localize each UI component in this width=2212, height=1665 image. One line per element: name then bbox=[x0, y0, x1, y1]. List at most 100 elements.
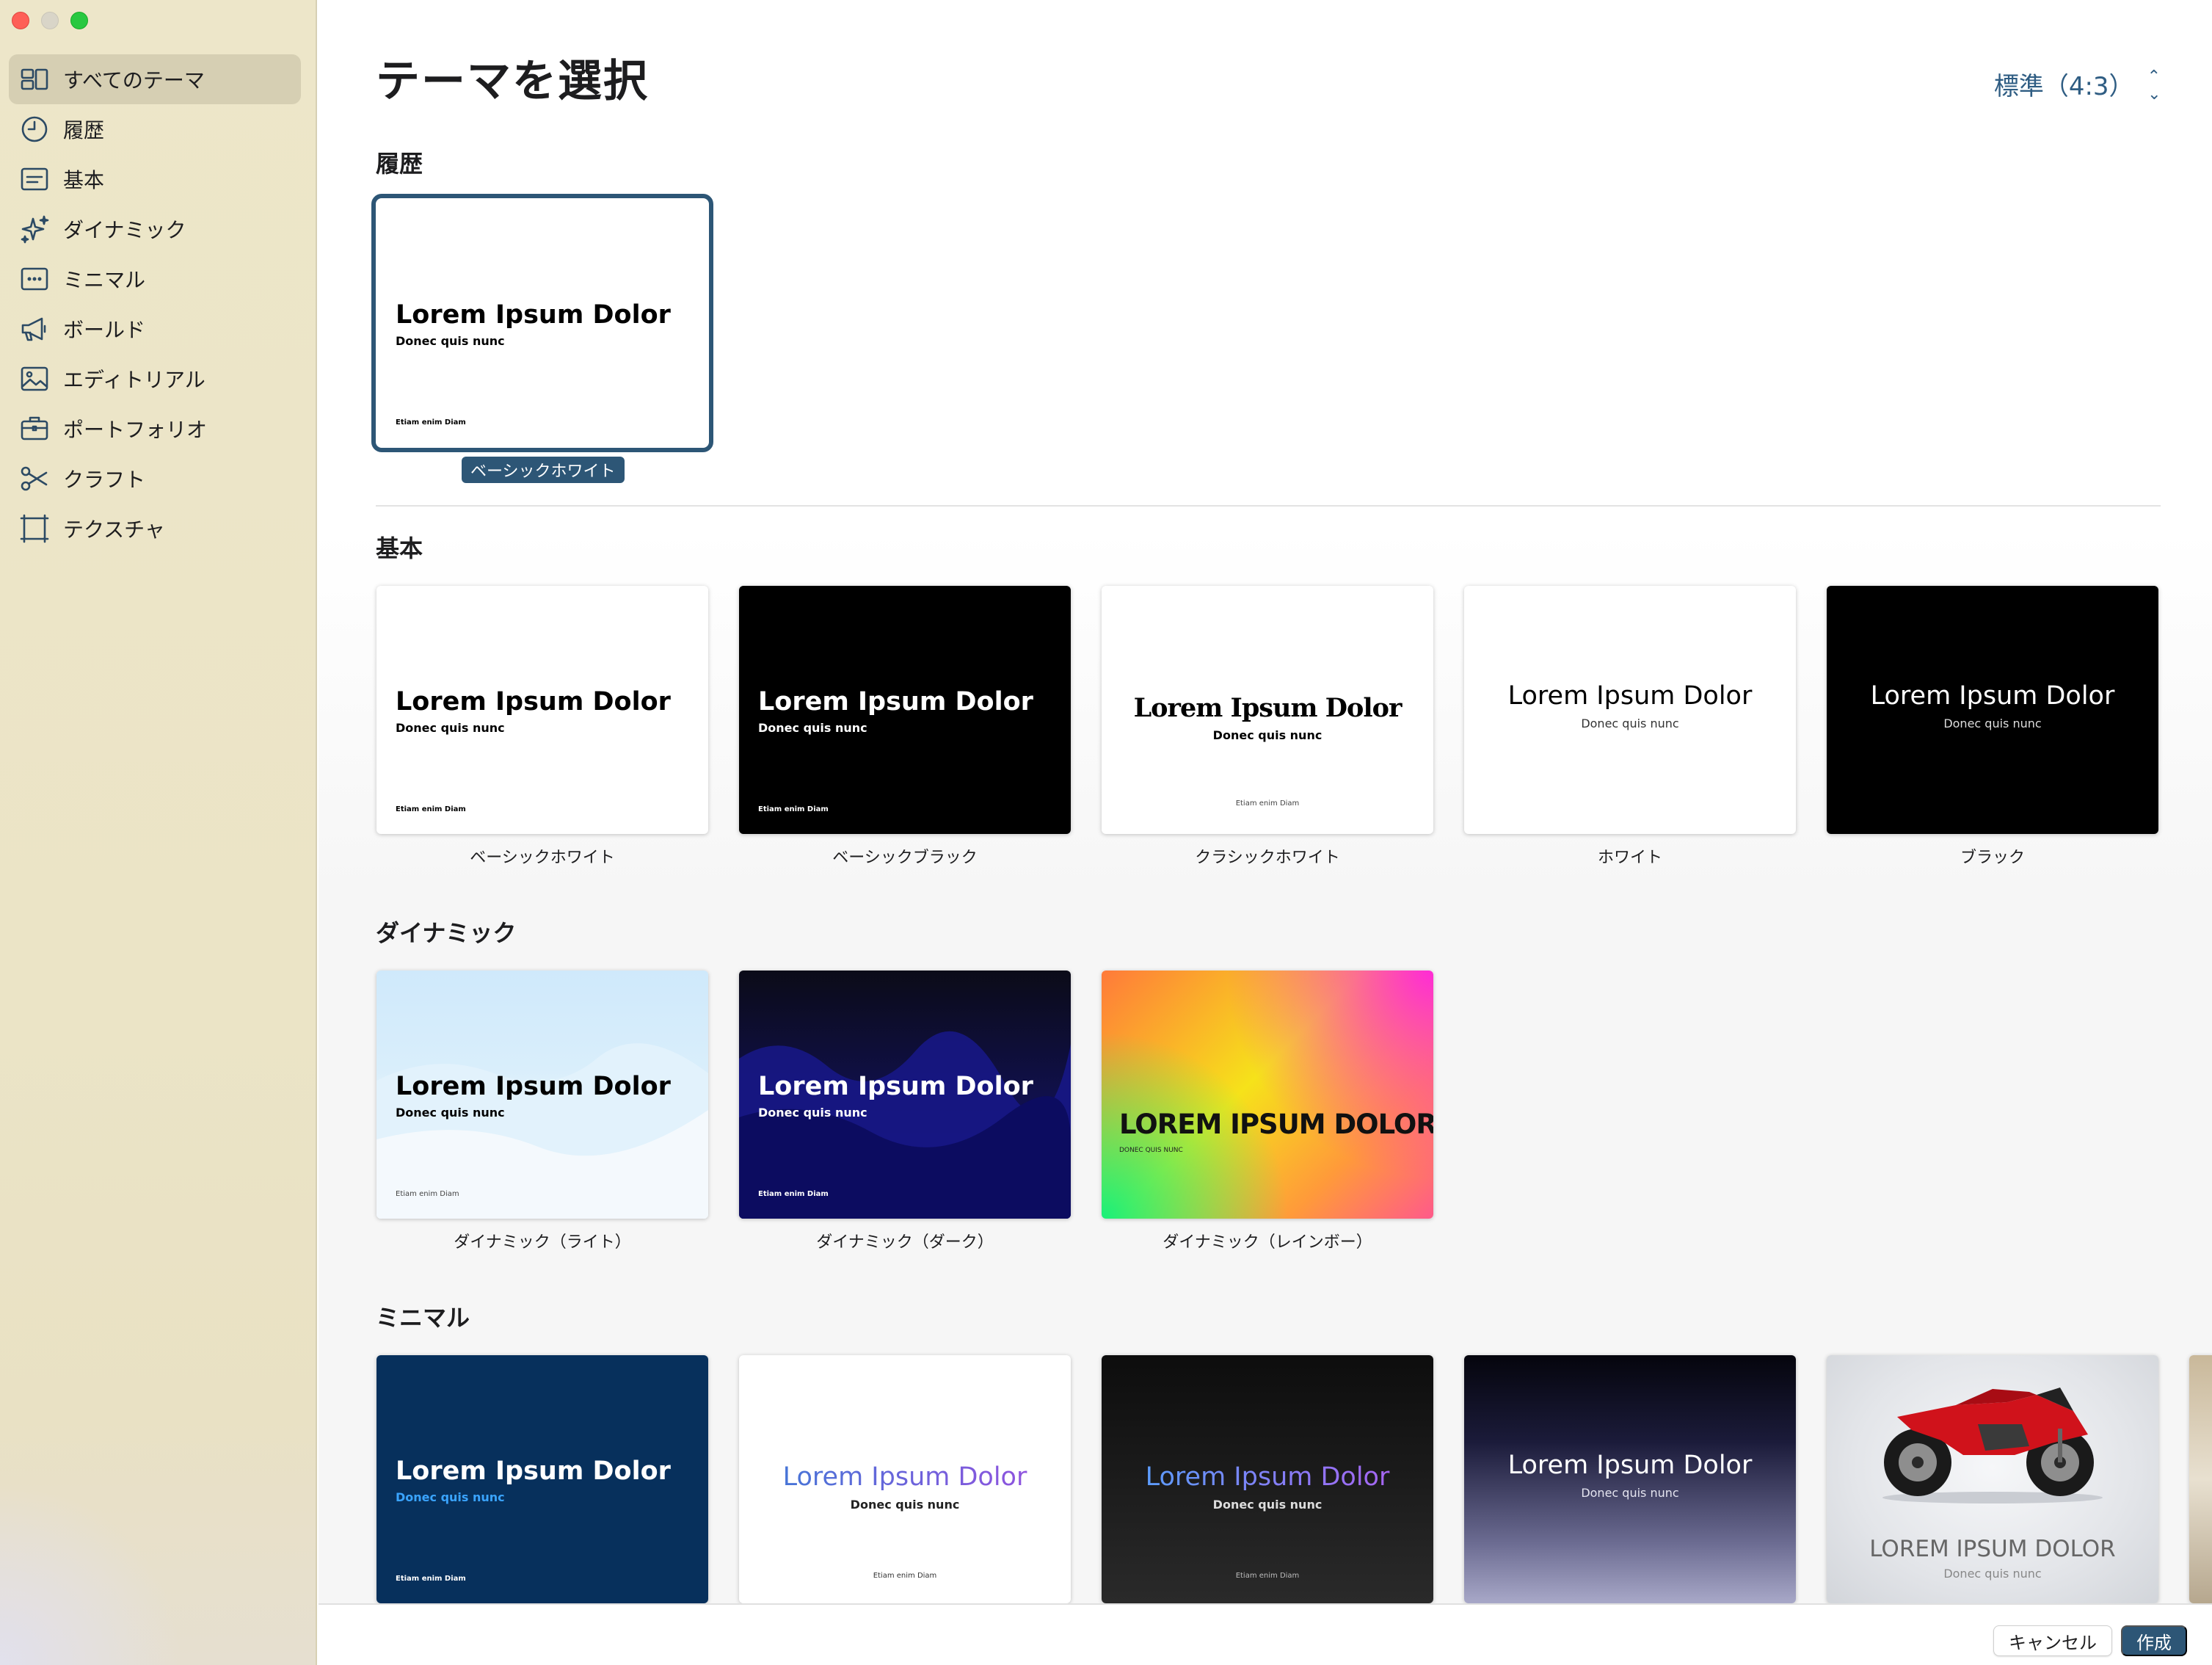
section-recent: 履歴 Lorem Ipsum Dolor Donec quis nunc Eti… bbox=[319, 0, 2212, 507]
sidebar-glow bbox=[0, 1489, 191, 1665]
theme-category-list: すべてのテーマ 履歴 基本 ダイナミック ミニマル ボールド エディトリアル ポ… bbox=[9, 54, 301, 554]
dialog-footer: キャンセル 作成 bbox=[319, 1603, 2212, 1665]
thumb-title: Lorem Ipsum Dolor bbox=[396, 1072, 671, 1101]
sidebar-item-dynamic[interactable]: ダイナミック bbox=[9, 204, 301, 254]
theme-thumbnail-basic-black[interactable]: Lorem Ipsum Dolor Donec quis nunc Etiam … bbox=[739, 586, 1071, 834]
window-controls bbox=[12, 12, 88, 29]
thumb-footer: Etiam enim Diam bbox=[396, 1575, 466, 1583]
theme-thumbnail-minimal-1[interactable]: Lorem Ipsum Dolor Donec quis nunc Etiam … bbox=[376, 1355, 708, 1603]
section-basic: 基本 Lorem Ipsum Dolor Donec quis nunc Eti… bbox=[319, 530, 2212, 897]
sidebar-item-label: すべてのテーマ bbox=[63, 68, 205, 92]
sidebar: すべてのテーマ 履歴 基本 ダイナミック ミニマル ボールド エディトリアル ポ… bbox=[0, 0, 317, 1665]
sidebar-item-label: テクスチャ bbox=[63, 518, 165, 542]
thumb-subtitle: Donec quis nunc bbox=[1581, 717, 1679, 730]
sidebar-item-editorial[interactable]: エディトリアル bbox=[9, 354, 301, 404]
theme-thumbnail-white[interactable]: Lorem Ipsum Dolor Donec quis nunc bbox=[1464, 586, 1796, 834]
sidebar-item-label: クラフト bbox=[63, 468, 146, 492]
sidebar-item-minimal[interactable]: ミニマル bbox=[9, 254, 301, 304]
theme-thumbnail-minimal-2[interactable]: Lorem Ipsum Dolor Donec quis nunc Etiam … bbox=[739, 1355, 1071, 1603]
theme-thumbnail-black[interactable]: Lorem Ipsum Dolor Donec quis nunc bbox=[1827, 586, 2158, 834]
texture-frame-icon bbox=[18, 512, 51, 545]
theme-name: ダイナミック（レインボー） bbox=[1163, 1233, 1372, 1252]
photo-icon bbox=[18, 362, 51, 396]
thumb-title: Lorem Ipsum Dolor bbox=[1507, 681, 1753, 711]
thumb-footer: Etiam enim Diam bbox=[873, 1572, 937, 1580]
sidebar-item-label: ポートフォリオ bbox=[63, 418, 208, 442]
close-window-button[interactable] bbox=[12, 12, 29, 29]
sidebar-item-label: ダイナミック bbox=[63, 218, 186, 242]
thumb-subtitle: Donec quis nunc bbox=[396, 334, 505, 348]
sidebar-item-all-themes[interactable]: すべてのテーマ bbox=[9, 54, 301, 104]
theme-thumbnail-dynamic-dark[interactable]: Lorem Ipsum Dolor Donec quis nunc Etiam … bbox=[739, 971, 1071, 1219]
theme-thumbnail-minimal-partial[interactable] bbox=[2189, 1355, 2212, 1603]
thumb-subtitle: Donec quis nunc bbox=[1581, 1486, 1679, 1500]
thumb-title: Lorem Ipsum Dolor bbox=[758, 687, 1033, 717]
sidebar-item-label: ボールド bbox=[63, 318, 146, 342]
cancel-button[interactable]: キャンセル bbox=[1993, 1625, 2112, 1656]
selected-theme-label: ベーシックホワイト bbox=[462, 457, 625, 483]
thumb-title: Lorem Ipsum Dolor bbox=[1102, 1462, 1433, 1492]
thumb-title: Lorem Ipsum Dolor bbox=[1133, 693, 1402, 723]
thumb-subtitle: Donec quis nunc bbox=[1943, 1567, 2042, 1581]
thumb-footer: Etiam enim Diam bbox=[396, 805, 466, 813]
thumb-subtitle: Donec quis nunc bbox=[850, 1498, 960, 1512]
thumb-subtitle: DONEC QUIS NUNC bbox=[1119, 1147, 1183, 1154]
section-title: 基本 bbox=[376, 534, 423, 562]
section-title: ミニマル bbox=[376, 1304, 470, 1332]
sidebar-item-recent[interactable]: 履歴 bbox=[9, 104, 301, 154]
thumb-subtitle: Donec quis nunc bbox=[758, 721, 867, 735]
text-lines-icon bbox=[18, 162, 51, 196]
all-themes-icon bbox=[18, 62, 51, 96]
megaphone-icon bbox=[18, 312, 51, 346]
clock-icon bbox=[18, 112, 51, 146]
thumb-footer: Etiam enim Diam bbox=[758, 1190, 829, 1198]
thumb-title: Lorem Ipsum Dolor bbox=[739, 1462, 1071, 1492]
thumb-subtitle: Donec quis nunc bbox=[1212, 728, 1323, 742]
thumb-footer: Etiam enim Diam bbox=[396, 1190, 459, 1198]
theme-thumbnail-minimal-5[interactable]: LOREM IPSUM DOLOR Donec quis nunc bbox=[1827, 1355, 2158, 1603]
briefcase-icon bbox=[18, 412, 51, 446]
sidebar-item-bold[interactable]: ボールド bbox=[9, 304, 301, 354]
thumb-title: LOREM IPSUM DOLOR bbox=[1119, 1109, 1433, 1140]
ellipsis-rect-icon bbox=[18, 262, 51, 296]
thumb-title: Lorem Ipsum Dolor bbox=[758, 1072, 1033, 1101]
thumb-footer: Etiam enim Diam bbox=[758, 805, 829, 813]
theme-thumbnail-minimal-4[interactable]: Lorem Ipsum Dolor Donec quis nunc bbox=[1464, 1355, 1796, 1603]
theme-name: クラシックホワイト bbox=[1195, 849, 1340, 867]
theme-thumbnail-recent-basic-white[interactable]: Lorem Ipsum Dolor Donec quis nunc Etiam … bbox=[376, 199, 708, 447]
sidebar-item-basic[interactable]: 基本 bbox=[9, 154, 301, 204]
sidebar-item-label: ミニマル bbox=[63, 268, 146, 292]
motorcycle-image bbox=[1882, 1388, 2103, 1503]
theme-thumbnail-dynamic-light[interactable]: Lorem Ipsum Dolor Donec quis nunc Etiam … bbox=[376, 971, 708, 1219]
theme-thumbnail-basic-white[interactable]: Lorem Ipsum Dolor Donec quis nunc Etiam … bbox=[376, 586, 708, 834]
thumb-subtitle: Donec quis nunc bbox=[1943, 717, 2042, 730]
sidebar-item-label: エディトリアル bbox=[63, 368, 205, 392]
scissors-icon bbox=[18, 462, 51, 496]
theme-thumbnail-classic-white[interactable]: Lorem Ipsum Dolor Donec quis nunc Etiam … bbox=[1102, 586, 1433, 834]
section-dynamic: ダイナミック Lorem Ipsum Dolor Donec quis nunc… bbox=[319, 897, 2212, 1282]
zoom-window-button[interactable] bbox=[70, 12, 88, 29]
section-title: ダイナミック bbox=[376, 919, 517, 947]
thumb-footer: Etiam enim Diam bbox=[1235, 1572, 1300, 1580]
theme-name: ベーシックブラック bbox=[832, 849, 978, 867]
sidebar-item-texture[interactable]: テクスチャ bbox=[9, 504, 301, 554]
thumb-title: Lorem Ipsum Dolor bbox=[396, 1457, 671, 1486]
thumb-footer: Etiam enim Diam bbox=[396, 418, 466, 427]
thumb-title: Lorem Ipsum Dolor bbox=[396, 687, 671, 717]
theme-thumbnail-dynamic-rainbow[interactable]: LOREM IPSUM DOLOR DONEC QUIS NUNC bbox=[1102, 971, 1433, 1219]
minimize-window-button[interactable] bbox=[41, 12, 59, 29]
sidebar-item-portfolio[interactable]: ポートフォリオ bbox=[9, 404, 301, 454]
theme-name: ホワイト bbox=[1597, 849, 1662, 867]
sidebar-item-label: 基本 bbox=[63, 168, 105, 192]
section-divider bbox=[376, 505, 2161, 507]
theme-name: ベーシックホワイト bbox=[470, 849, 615, 867]
section-title: 履歴 bbox=[376, 150, 423, 178]
thumb-footer: Etiam enim Diam bbox=[1235, 799, 1300, 808]
create-button[interactable]: 作成 bbox=[2121, 1625, 2187, 1656]
thumb-title: LOREM IPSUM DOLOR bbox=[1869, 1536, 2116, 1562]
theme-thumbnail-minimal-3[interactable]: Lorem Ipsum Dolor Donec quis nunc Etiam … bbox=[1102, 1355, 1433, 1603]
thumb-title: Lorem Ipsum Dolor bbox=[1870, 681, 2115, 711]
thumb-subtitle: Donec quis nunc bbox=[1212, 1498, 1323, 1512]
sidebar-item-craft[interactable]: クラフト bbox=[9, 454, 301, 504]
thumb-subtitle: Donec quis nunc bbox=[396, 1106, 505, 1120]
